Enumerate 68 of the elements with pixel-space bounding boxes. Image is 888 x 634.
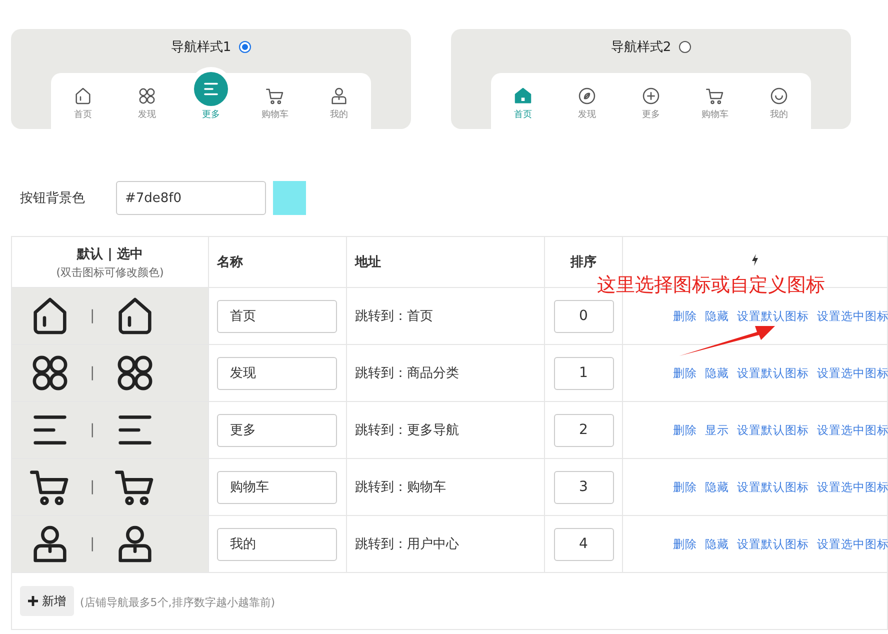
cart-icon[interactable]	[705, 86, 725, 106]
address-text: 跳转到：用户中心	[354, 537, 459, 552]
tab-label[interactable]: 我的	[770, 108, 788, 121]
lightning-icon	[751, 254, 759, 266]
color-swatch[interactable]	[273, 181, 306, 215]
sort-field[interactable]: 1	[554, 356, 614, 390]
tab-label[interactable]: 购物车	[262, 108, 288, 121]
tab-label[interactable]: 更多	[642, 108, 660, 121]
hint-text: (店铺导航最多5个,排序数字越小越靠前)	[80, 596, 276, 609]
address-text: 跳转到：商品分类	[354, 366, 459, 381]
sort-field[interactable]: 4	[554, 528, 614, 560]
nav-style-label: 导航样式1	[170, 39, 232, 56]
action-link[interactable]: 隐藏	[705, 536, 729, 550]
sort-field[interactable]: 3	[554, 470, 614, 504]
plus-icon	[28, 596, 38, 606]
radio-button[interactable]	[679, 41, 692, 53]
action-link[interactable]: 删除	[673, 536, 697, 550]
cart-icon[interactable]	[265, 86, 285, 106]
action-link[interactable]: 设置默认图标	[737, 480, 809, 494]
nav-style-label: 导航样式2	[610, 39, 672, 56]
action-link[interactable]: 显示	[705, 422, 729, 436]
separator-text: |	[90, 536, 95, 552]
field-label: 按钮背景色	[20, 190, 86, 207]
action-link[interactable]: 隐藏	[705, 366, 729, 380]
add-button[interactable]: 新增	[20, 586, 74, 616]
name-field[interactable]: 发现	[217, 356, 337, 390]
house-icon[interactable]	[73, 86, 93, 106]
header-cell: 默认 | 选中 (双击图标可修改颜色)	[12, 236, 208, 288]
action-link[interactable]: 删除	[673, 366, 697, 380]
action-link[interactable]: 删除	[673, 308, 697, 322]
tab-label[interactable]: 首页	[514, 108, 532, 121]
four-circles-icon[interactable]	[137, 86, 157, 106]
separator-text: |	[90, 308, 95, 324]
tab-label[interactable]: 首页	[74, 108, 92, 121]
action-link[interactable]: 设置默认图标	[737, 536, 809, 550]
annotation-text: 这里选择图标或自定义图标	[597, 273, 825, 298]
address-text: 跳转到：购物车	[354, 480, 446, 495]
header-cell: 地址	[346, 236, 544, 288]
sort-field[interactable]: 0	[554, 300, 614, 332]
tab-label[interactable]: 发现	[578, 108, 596, 121]
separator-text: |	[90, 422, 95, 438]
smile-icon[interactable]	[769, 86, 789, 106]
separator-text: |	[90, 365, 95, 381]
tab-label[interactable]: 发现	[138, 108, 156, 121]
radio-button[interactable]	[239, 41, 252, 53]
sort-field[interactable]: 2	[554, 414, 614, 446]
separator-text: |	[90, 479, 95, 495]
plus-circle-icon[interactable]	[641, 86, 661, 106]
tab-label[interactable]: 更多	[202, 108, 220, 121]
action-link[interactable]: 删除	[673, 422, 697, 436]
action-link[interactable]: 删除	[673, 480, 697, 494]
name-field[interactable]: 更多	[217, 414, 337, 446]
action-link[interactable]: 隐藏	[705, 480, 729, 494]
compass-icon[interactable]	[577, 86, 597, 106]
action-link[interactable]: 设置默认图标	[737, 422, 809, 436]
name-field[interactable]: 购物车	[217, 470, 337, 504]
person-icon[interactable]	[329, 86, 349, 106]
tab-label[interactable]: 我的	[330, 108, 348, 121]
name-field[interactable]: 我的	[217, 528, 337, 560]
color-field[interactable]: #7de8f0	[116, 181, 266, 215]
header-cell: 名称	[208, 236, 346, 288]
action-link[interactable]: 设置默认图标	[737, 366, 809, 380]
action-link[interactable]: 设置默认图标	[737, 308, 809, 322]
name-field[interactable]: 首页	[217, 300, 337, 332]
address-text: 跳转到：更多导航	[354, 423, 459, 438]
tab-label[interactable]: 购物车	[702, 108, 728, 121]
address-text: 跳转到：首页	[354, 309, 433, 324]
action-link[interactable]: 隐藏	[705, 308, 729, 322]
